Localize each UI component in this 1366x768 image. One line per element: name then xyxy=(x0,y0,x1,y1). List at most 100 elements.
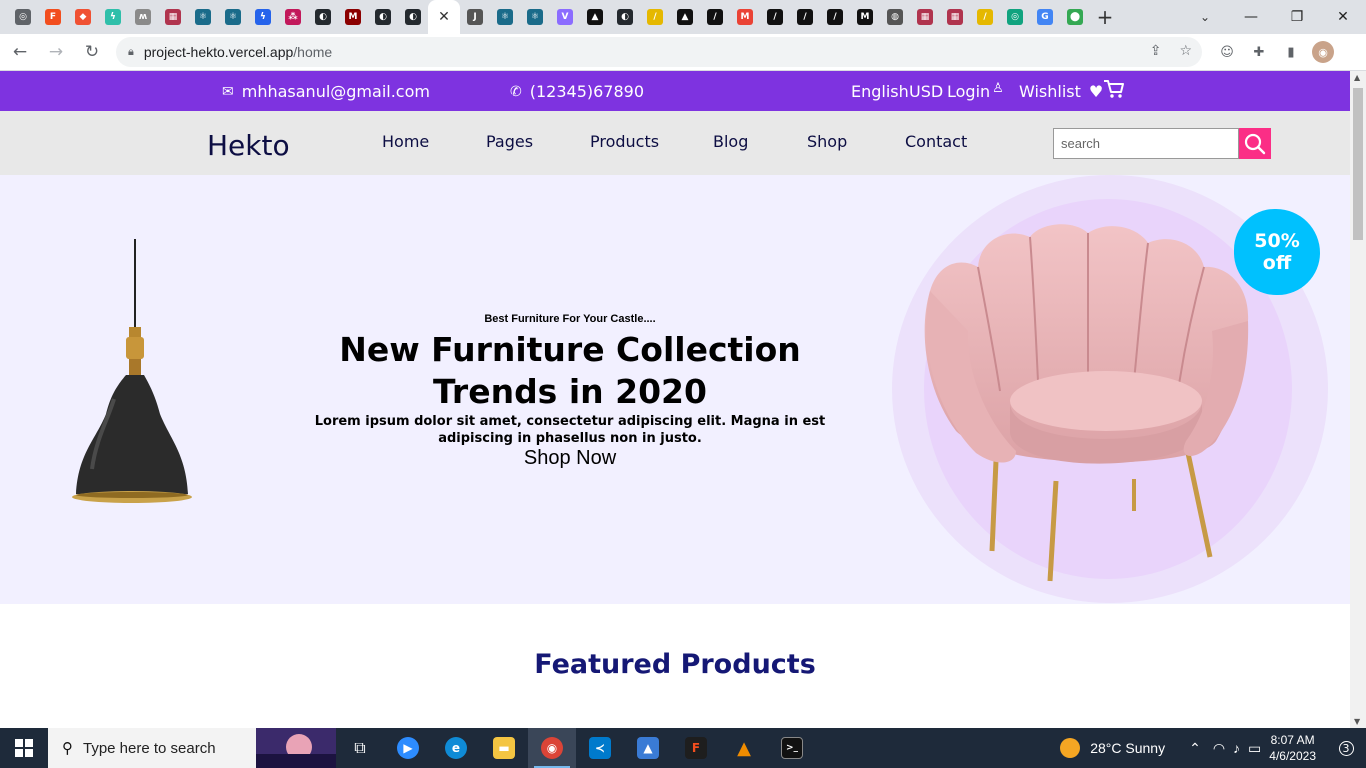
nav-shop[interactable]: Shop xyxy=(807,132,847,151)
browser-tab[interactable]: ◍ xyxy=(880,0,910,34)
close-tab-icon[interactable]: ✕ xyxy=(436,9,452,25)
browser-tab[interactable]: J xyxy=(460,0,490,34)
featured-products-title: Featured Products xyxy=(534,649,816,680)
browser-tab[interactable]: ▦ xyxy=(910,0,940,34)
browser-tab[interactable]: ⚛ xyxy=(520,0,550,34)
chrome-app-icon[interactable]: ◉ xyxy=(528,728,576,768)
language-selector[interactable]: English xyxy=(851,82,909,101)
browser-tab[interactable]: / xyxy=(970,0,1000,34)
login-link[interactable]: Login ♙ xyxy=(947,81,1004,101)
browser-tab[interactable]: ▲ xyxy=(580,0,610,34)
battery-icon[interactable]: ▭ xyxy=(1248,740,1261,757)
address-bar[interactable]: 🔒︎ project-hekto.vercel.app/home ⇪ ☆ xyxy=(116,37,1202,67)
close-window-button[interactable]: ✕ xyxy=(1320,0,1366,34)
edge-app-icon[interactable]: e xyxy=(432,728,480,768)
tray-chevron-up-icon[interactable]: ⌃ xyxy=(1189,740,1201,757)
browser-tab[interactable]: ⚛ xyxy=(218,0,248,34)
search-box xyxy=(1053,128,1271,159)
browser-tab[interactable]: / xyxy=(760,0,790,34)
browser-tab[interactable]: F xyxy=(38,0,68,34)
taskbar-search-box[interactable]: ⚲ Type here to search xyxy=(48,728,336,768)
notification-center-button[interactable]: 3 xyxy=(1326,728,1366,768)
search-input[interactable] xyxy=(1053,128,1239,159)
extension-face-icon[interactable]: ☺ xyxy=(1216,41,1238,63)
file-explorer-icon[interactable]: ▬ xyxy=(480,728,528,768)
reload-button[interactable]: ↻ xyxy=(76,36,108,68)
minimize-button[interactable]: — xyxy=(1228,0,1274,34)
page-scrollbar[interactable]: ▲ ▼ xyxy=(1350,71,1366,728)
tab-active[interactable]: ✕ xyxy=(428,0,460,34)
browser-tab[interactable]: ϟ xyxy=(248,0,278,34)
browser-tab[interactable]: ⬤ xyxy=(1060,0,1090,34)
weather-text[interactable]: 28°C Sunny xyxy=(1090,740,1165,756)
wishlist-link[interactable]: Wishlist ♥ xyxy=(1019,82,1103,101)
scroll-down-arrow-icon[interactable]: ▼ xyxy=(1354,717,1360,726)
figma-app-icon[interactable]: F xyxy=(672,728,720,768)
back-button[interactable]: ← xyxy=(4,36,36,68)
terminal-app-icon[interactable]: >_ xyxy=(768,728,816,768)
nav-blog[interactable]: Blog xyxy=(713,132,748,151)
search-button[interactable] xyxy=(1239,128,1271,159)
nav-pages[interactable]: Pages xyxy=(486,132,533,151)
bookmark-star-icon[interactable]: ☆ xyxy=(1179,43,1192,59)
bolt-icon: ϟ xyxy=(105,9,121,25)
restore-button[interactable]: ❐ xyxy=(1274,0,1320,34)
zoom-app-icon[interactable]: ▶ xyxy=(384,728,432,768)
clock[interactable]: 8:07 AM 4/6/2023 xyxy=(1269,732,1316,764)
nav-contact[interactable]: Contact xyxy=(905,132,967,151)
browser-tab[interactable]: V xyxy=(550,0,580,34)
browser-tab[interactable]: ▦ xyxy=(940,0,970,34)
browser-tab[interactable]: M xyxy=(338,0,368,34)
share-icon[interactable]: ⇪ xyxy=(1150,43,1162,59)
browser-tab-strip: ◎ F ◆ ϟ ʍ ▦ ⚛ ⚛ ϟ ⁂ ◐ M ◐ ◐ ✕ J ⚛ ⚛ V ▲ ◐ / ▲ / M / / / M ◍ ▦ ▦ / ◎ G ⬤ +… xyxy=(0,0,1366,34)
browser-tab[interactable]: M xyxy=(730,0,760,34)
start-button[interactable] xyxy=(0,728,48,768)
vscode-app-icon[interactable]: ≺ xyxy=(576,728,624,768)
photos-app-icon[interactable]: ▲ xyxy=(624,728,672,768)
scroll-up-arrow-icon[interactable]: ▲ xyxy=(1354,73,1360,82)
volume-icon[interactable]: ♪ xyxy=(1233,740,1240,756)
browser-tab[interactable]: ⚛ xyxy=(490,0,520,34)
new-tab-button[interactable]: + xyxy=(1090,0,1120,34)
browser-tab[interactable]: ◐ xyxy=(610,0,640,34)
weather-sun-icon[interactable] xyxy=(1060,738,1081,758)
browser-tab[interactable]: / xyxy=(640,0,670,34)
cart-button[interactable] xyxy=(1103,79,1125,99)
git-icon: ◆ xyxy=(75,9,91,25)
browser-tab[interactable]: ◐ xyxy=(368,0,398,34)
site-logo[interactable]: Hekto xyxy=(207,129,290,162)
browser-tab[interactable]: ▦ xyxy=(158,0,188,34)
lock-icon[interactable]: 🔒︎ xyxy=(128,45,134,59)
browser-tab[interactable]: ◆ xyxy=(68,0,98,34)
browser-tab[interactable]: / xyxy=(820,0,850,34)
browser-tab[interactable]: ◐ xyxy=(398,0,428,34)
wifi-icon[interactable]: ◠ xyxy=(1213,740,1225,757)
browser-tab[interactable]: ⚛ xyxy=(188,0,218,34)
phone-contact[interactable]: ✆ (12345)67890 xyxy=(510,82,644,101)
browser-tab[interactable]: ◎ xyxy=(8,0,38,34)
browser-tab[interactable]: ◐ xyxy=(308,0,338,34)
browser-tab[interactable]: G xyxy=(1030,0,1060,34)
vlc-app-icon[interactable]: ▲ xyxy=(720,728,768,768)
browser-tab[interactable]: ⁂ xyxy=(278,0,308,34)
scrollbar-thumb[interactable] xyxy=(1353,88,1363,240)
browser-tab[interactable]: / xyxy=(790,0,820,34)
tab-search-chevron-icon[interactable]: ⌄ xyxy=(1190,0,1220,34)
search-highlight-art xyxy=(256,728,336,768)
browser-tab[interactable]: M xyxy=(850,0,880,34)
email-contact[interactable]: ✉ mhhasanul@gmail.com xyxy=(222,82,430,101)
currency-selector[interactable]: USD xyxy=(909,82,943,101)
browser-tab[interactable]: ϟ xyxy=(98,0,128,34)
browser-tab[interactable]: / xyxy=(700,0,730,34)
browser-tab[interactable]: ▲ xyxy=(670,0,700,34)
profile-avatar[interactable]: ◉ xyxy=(1312,41,1334,63)
nav-home[interactable]: Home xyxy=(382,132,429,151)
browser-tab[interactable]: ʍ xyxy=(128,0,158,34)
task-view-icon[interactable]: ⧉ xyxy=(336,728,384,768)
browser-tab[interactable]: ◎ xyxy=(1000,0,1030,34)
side-panel-icon[interactable]: ▮ xyxy=(1280,41,1302,63)
nav-products[interactable]: Products xyxy=(590,132,659,151)
forward-button[interactable]: → xyxy=(40,36,72,68)
extensions-puzzle-icon[interactable]: ✚ xyxy=(1248,41,1270,63)
shop-now-button[interactable]: Shop Now xyxy=(470,447,670,470)
